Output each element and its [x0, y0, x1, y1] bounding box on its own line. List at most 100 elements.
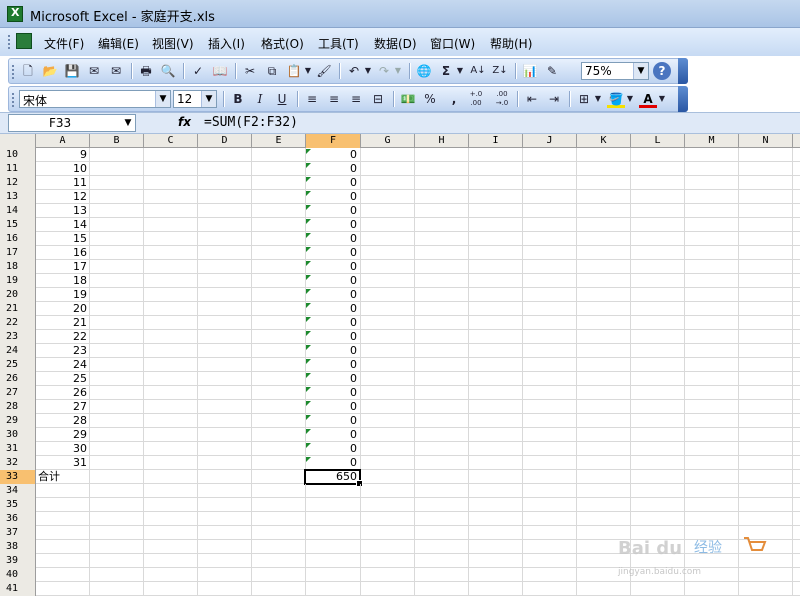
cell-a[interactable]: 31: [36, 456, 90, 470]
drawing-icon[interactable]: ✎: [543, 62, 561, 80]
toolbar-options-icon[interactable]: [678, 58, 688, 84]
cell-f[interactable]: 0: [305, 372, 360, 386]
toolbar-grip-icon[interactable]: [12, 65, 16, 79]
percent-style-button[interactable]: %: [421, 90, 439, 108]
cell-a[interactable]: 合计: [36, 470, 90, 484]
column-header-n[interactable]: N: [739, 134, 793, 148]
column-header-c[interactable]: C: [144, 134, 198, 148]
cell-f[interactable]: [305, 540, 360, 554]
column-header-a[interactable]: A: [36, 134, 90, 148]
column-header-d[interactable]: D: [198, 134, 252, 148]
menu-tools[interactable]: 工具(T): [318, 35, 359, 52]
formula-input[interactable]: =SUM(F2:F32): [204, 115, 298, 130]
cell-a[interactable]: 15: [36, 232, 90, 246]
sort-descending-icon[interactable]: Z↓: [491, 62, 509, 80]
cell-f[interactable]: [305, 512, 360, 526]
column-header-h[interactable]: H: [415, 134, 469, 148]
new-icon[interactable]: 🗋: [19, 62, 37, 80]
column-header-e[interactable]: E: [252, 134, 306, 148]
cell-f[interactable]: [305, 568, 360, 582]
name-box[interactable]: F33 ▼: [8, 114, 136, 132]
menu-view[interactable]: 视图(V): [152, 35, 194, 52]
cell-f[interactable]: 0: [305, 414, 360, 428]
font-color-dropdown-icon[interactable]: ▼: [657, 90, 667, 108]
save-icon[interactable]: 💾: [63, 62, 81, 80]
borders-dropdown-icon[interactable]: ▼: [593, 90, 603, 108]
active-cell-border[interactable]: [304, 469, 363, 487]
cell-f[interactable]: 0: [305, 190, 360, 204]
decrease-indent-icon[interactable]: ⇤: [523, 90, 541, 108]
chevron-down-icon[interactable]: ▼: [633, 63, 648, 79]
font-select[interactable]: 宋体 ▼: [19, 90, 171, 108]
copy-icon[interactable]: ⧉: [263, 62, 281, 80]
autosum-dropdown-icon[interactable]: ▼: [455, 62, 465, 80]
currency-icon[interactable]: 💵: [399, 90, 417, 108]
cell-a[interactable]: 10: [36, 162, 90, 176]
menu-data[interactable]: 数据(D): [374, 35, 417, 52]
row-header[interactable]: 29: [0, 414, 36, 428]
cell-a[interactable]: [36, 484, 90, 498]
cell-a[interactable]: 25: [36, 372, 90, 386]
row-header[interactable]: 30: [0, 428, 36, 442]
column-header-b[interactable]: B: [90, 134, 144, 148]
align-right-icon[interactable]: ≡: [347, 90, 365, 108]
cell-a[interactable]: 29: [36, 428, 90, 442]
cell-f[interactable]: 0: [305, 302, 360, 316]
row-header[interactable]: 37: [0, 526, 36, 540]
row-header[interactable]: 24: [0, 344, 36, 358]
paste-dropdown-icon[interactable]: ▼: [303, 62, 313, 80]
cell-f[interactable]: 0: [305, 204, 360, 218]
menu-window[interactable]: 窗口(W): [430, 35, 475, 52]
select-all-corner[interactable]: [0, 134, 36, 148]
print-preview-icon[interactable]: 🔍: [159, 62, 177, 80]
comma-style-button[interactable]: ,: [445, 90, 463, 108]
row-header[interactable]: 23: [0, 330, 36, 344]
increase-decimal-button[interactable]: +.0 .00: [465, 90, 487, 108]
menu-file[interactable]: 文件(F): [44, 35, 84, 52]
column-header-i[interactable]: I: [469, 134, 523, 148]
align-center-icon[interactable]: ≡: [325, 90, 343, 108]
cell-f[interactable]: [305, 554, 360, 568]
column-header-m[interactable]: M: [685, 134, 739, 148]
menu-help[interactable]: 帮助(H): [490, 35, 532, 52]
paste-icon[interactable]: 📋: [285, 62, 303, 80]
cell-a[interactable]: 26: [36, 386, 90, 400]
cell-f[interactable]: 0: [305, 428, 360, 442]
cell-a[interactable]: [36, 540, 90, 554]
column-header-g[interactable]: G: [361, 134, 415, 148]
undo-icon[interactable]: ↶: [345, 62, 363, 80]
cell-f[interactable]: 0: [305, 316, 360, 330]
research-icon[interactable]: 📖: [211, 62, 229, 80]
row-header[interactable]: 40: [0, 568, 36, 582]
cell-a[interactable]: [36, 526, 90, 540]
cell-a[interactable]: 24: [36, 358, 90, 372]
redo-icon[interactable]: ↷: [375, 62, 393, 80]
column-header-j[interactable]: J: [523, 134, 577, 148]
align-left-icon[interactable]: ≡: [303, 90, 321, 108]
row-header[interactable]: 41: [0, 582, 36, 596]
workbook-icon[interactable]: [16, 33, 32, 49]
cell-a[interactable]: 16: [36, 246, 90, 260]
row-header[interactable]: 18: [0, 260, 36, 274]
cell-a[interactable]: [36, 512, 90, 526]
cell-f[interactable]: 0: [305, 148, 360, 162]
row-header[interactable]: 12: [0, 176, 36, 190]
cell-a[interactable]: 23: [36, 344, 90, 358]
column-header-k[interactable]: K: [577, 134, 631, 148]
cell-f[interactable]: 0: [305, 358, 360, 372]
cell-f[interactable]: [305, 484, 360, 498]
cell-a[interactable]: 21: [36, 316, 90, 330]
row-header[interactable]: 27: [0, 386, 36, 400]
cell-f[interactable]: 0: [305, 260, 360, 274]
fill-color-icon[interactable]: 🪣: [607, 90, 625, 108]
hyperlink-icon[interactable]: 🌐: [415, 62, 433, 80]
column-header-f[interactable]: F: [306, 134, 361, 148]
row-header[interactable]: 20: [0, 288, 36, 302]
cell-a[interactable]: 17: [36, 260, 90, 274]
cell-a[interactable]: [36, 568, 90, 582]
open-icon[interactable]: 📂: [41, 62, 59, 80]
chevron-down-icon[interactable]: ▼: [121, 115, 135, 131]
row-header[interactable]: 33: [0, 470, 36, 484]
help-icon[interactable]: ?: [653, 62, 671, 80]
chevron-down-icon[interactable]: ▼: [201, 91, 216, 107]
